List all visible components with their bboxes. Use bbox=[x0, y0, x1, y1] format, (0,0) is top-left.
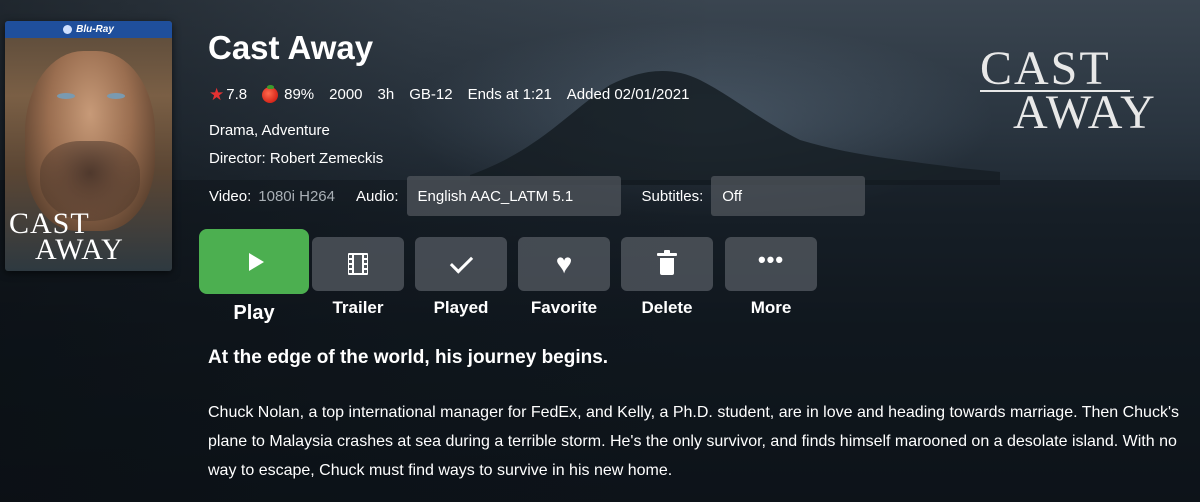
heart-icon: ♥ bbox=[555, 248, 573, 279]
meta-row: ★ 7.8 89% 2000 3h GB-12 Ends at 1:21 Add… bbox=[209, 84, 690, 103]
check-icon bbox=[449, 249, 473, 274]
video-label: Video: bbox=[209, 187, 252, 205]
critic-rating: 89% bbox=[262, 84, 315, 103]
more-button-label: More bbox=[750, 298, 792, 317]
audio-track-value: English AAC_LATM 5.1 bbox=[417, 187, 574, 205]
favorite-button[interactable]: ♥ Favorite bbox=[518, 237, 610, 318]
favorite-button-label: Favorite bbox=[530, 298, 598, 317]
more-button-box[interactable]: ••• bbox=[725, 237, 817, 291]
genres[interactable]: Drama, Adventure bbox=[209, 122, 330, 139]
delete-button[interactable]: Delete bbox=[621, 237, 713, 318]
community-rating-value: 7.8 bbox=[226, 86, 248, 103]
play-button-label: Play bbox=[233, 302, 275, 324]
played-button-label: Played bbox=[433, 298, 489, 317]
release-year: 2000 bbox=[329, 86, 363, 103]
movie-title: Cast Away bbox=[208, 29, 374, 66]
played-button-box[interactable] bbox=[415, 237, 507, 291]
play-button[interactable]: Play bbox=[199, 229, 309, 325]
runtime: 3h bbox=[377, 86, 395, 103]
critic-rating-value: 89% bbox=[284, 86, 315, 103]
movie-poster[interactable]: Blu-Ray CAST AWAY bbox=[5, 21, 172, 271]
logo-line1: CAST bbox=[980, 42, 1111, 95]
tagline: At the edge of the world, his journey be… bbox=[208, 347, 609, 368]
tomato-icon bbox=[262, 84, 279, 103]
play-icon bbox=[248, 252, 264, 271]
video-value: 1080i H264 bbox=[258, 187, 335, 205]
played-button[interactable]: Played bbox=[415, 237, 507, 318]
official-rating: GB-12 bbox=[409, 86, 453, 103]
date-added: Added 02/01/2021 bbox=[566, 86, 690, 103]
subtitles-value: Off bbox=[722, 187, 742, 205]
subtitles-label: Subtitles: bbox=[641, 187, 704, 205]
logo-line2: AWAY bbox=[1013, 86, 1157, 139]
audio-track-select[interactable]: English AAC_LATM 5.1 bbox=[406, 176, 621, 216]
trailer-button-label: Trailer bbox=[332, 298, 384, 317]
subtitles-select[interactable]: Off bbox=[711, 176, 866, 216]
play-button-box[interactable] bbox=[199, 229, 309, 294]
poster-eye bbox=[57, 93, 75, 99]
overview: Chuck Nolan, a top international manager… bbox=[208, 404, 1180, 479]
disc-icon bbox=[63, 25, 73, 34]
more-button[interactable]: ••• More bbox=[725, 237, 817, 318]
favorite-button-box[interactable]: ♥ bbox=[518, 237, 610, 291]
poster-title: CAST AWAY bbox=[9, 209, 169, 266]
director[interactable]: Director: Robert Zemeckis bbox=[209, 150, 383, 167]
more-dots-icon: ••• bbox=[757, 247, 785, 272]
trash-icon bbox=[657, 250, 677, 275]
star-icon: ★ bbox=[209, 85, 225, 104]
trailer-button-box[interactable] bbox=[312, 237, 404, 291]
poster-eye bbox=[107, 93, 125, 99]
bluray-badge: Blu-Ray bbox=[5, 21, 172, 38]
audio-label: Audio: bbox=[356, 187, 399, 205]
delete-button-box[interactable] bbox=[621, 237, 713, 291]
media-info-row: Video: 1080i H264 Audio: English AAC_LAT… bbox=[209, 176, 866, 216]
delete-button-label: Delete bbox=[641, 298, 693, 317]
movie-logo: CAST AWAY bbox=[980, 42, 1180, 139]
ends-at: Ends at 1:21 bbox=[467, 86, 552, 103]
trailer-button[interactable]: Trailer bbox=[312, 237, 404, 318]
bluray-badge-label: Blu-Ray bbox=[76, 24, 114, 35]
community-rating: ★ 7.8 bbox=[209, 86, 247, 103]
poster-title-line2: AWAY bbox=[35, 233, 124, 266]
film-icon bbox=[348, 253, 368, 275]
